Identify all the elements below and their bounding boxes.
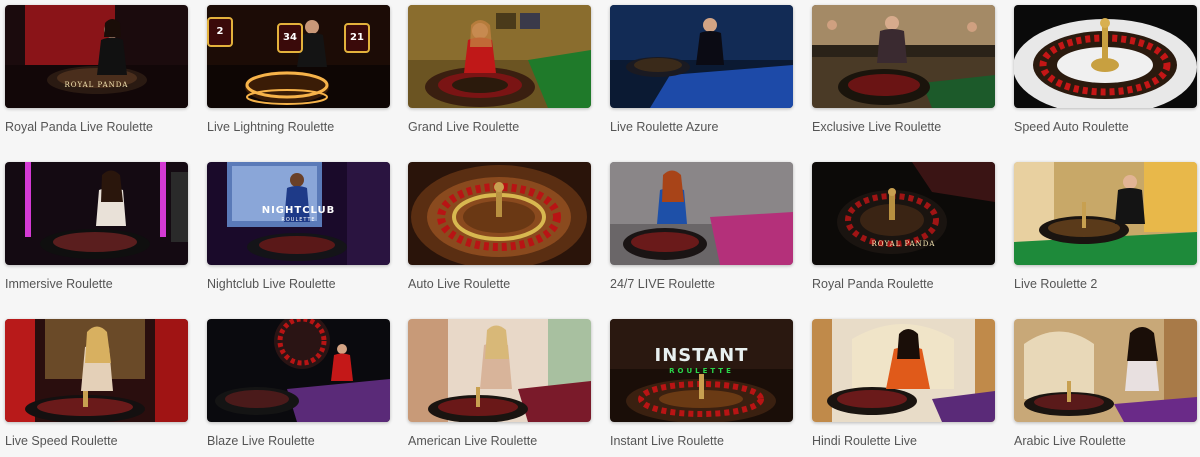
game-tile-exclusive-live-roulette[interactable]: Exclusive Live Roulette [812,5,995,135]
game-thumbnail[interactable] [408,319,591,422]
royal-panda-logo: ROYAL PANDA [64,81,129,89]
game-title: Live Lightning Roulette [207,120,335,134]
game-title: Arabic Live Roulette [1014,434,1126,448]
speed-scene [5,319,188,422]
game-thumbnail[interactable] [812,5,995,108]
game-title: Live Speed Roulette [5,434,118,448]
grand-scene [408,5,591,108]
instant-logo-sub: ROULETTE [669,367,734,375]
game-tile-blaze-live-roulette[interactable]: Blaze Live Roulette [207,319,390,449]
game-thumbnail[interactable] [5,319,188,422]
game-title: Auto Live Roulette [408,277,511,291]
game-tile-live-roulette-azure[interactable]: Live Roulette Azure [610,5,793,135]
game-tile-nightclub-live-roulette[interactable]: NIGHTCLUB ROULETTE Nightclub Live Roulet… [207,162,390,292]
game-thumbnail[interactable]: NIGHTCLUB ROULETTE [207,162,390,265]
blaze-scene [207,319,390,422]
game-thumbnail[interactable] [408,162,591,265]
game-tile-live-speed-roulette[interactable]: Live Speed Roulette [5,319,188,449]
game-tile-immersive-roulette[interactable]: Immersive Roulette [5,162,188,292]
game-tile-american-live-roulette[interactable]: American Live Roulette [408,319,591,449]
game-title: Hindi Roulette Live [812,434,917,448]
royal-panda-logo: ROYAL PANDA [871,240,936,248]
roulette2-scene [1014,162,1197,265]
game-title: Nightclub Live Roulette [207,277,336,291]
game-tile-auto-live-roulette[interactable]: Auto Live Roulette [408,162,591,292]
game-thumbnail[interactable]: ROYAL PANDA [5,5,188,108]
game-tile-24-7-live-roulette[interactable]: 24/7 LIVE Roulette [610,162,793,292]
instant-logo: INSTANT [654,345,749,366]
game-thumbnail[interactable] [408,5,591,108]
game-tile-royal-panda-roulette[interactable]: ROYAL PANDA Royal Panda Roulette [812,162,995,292]
game-title: American Live Roulette [408,434,538,448]
game-tile-hindi-roulette-live[interactable]: Hindi Roulette Live [812,319,995,449]
auto-wheel-scene [408,162,591,265]
american-scene [408,319,591,422]
nightclub-logo-sub: ROULETTE [281,217,316,223]
game-grid: ROYAL PANDA Royal Panda Live Roulette 2 … [0,0,1200,457]
game-title: Blaze Live Roulette [207,434,315,448]
nightclub-logo: NIGHTCLUB [261,205,336,216]
game-title: Instant Live Roulette [610,434,724,448]
game-thumbnail[interactable] [207,319,390,422]
speed-auto-scene [1014,5,1197,108]
game-tile-instant-live-roulette[interactable]: INSTANT ROULETTE Instant Live Roulette [610,319,793,449]
game-tile-live-roulette-2[interactable]: Live Roulette 2 [1014,162,1197,292]
game-thumbnail[interactable]: INSTANT ROULETTE [610,319,793,422]
arabic-scene [1014,319,1197,422]
game-thumbnail[interactable] [812,319,995,422]
lightning-scene [207,5,390,108]
lightning-number-badge: 2 [207,17,233,47]
game-tile-grand-live-roulette[interactable]: Grand Live Roulette [408,5,591,135]
game-thumbnail[interactable] [1014,162,1197,265]
royal-panda-wheel-scene [812,162,995,265]
game-thumbnail[interactable] [1014,319,1197,422]
game-tile-speed-auto-roulette[interactable]: Speed Auto Roulette [1014,5,1197,135]
game-title: Live Roulette Azure [610,120,719,134]
game-thumbnail[interactable]: 2 34 21 [207,5,390,108]
game-tile-arabic-live-roulette[interactable]: Arabic Live Roulette [1014,319,1197,449]
game-title: Immersive Roulette [5,277,113,291]
lightning-number-badge: 21 [344,23,370,53]
game-thumbnail[interactable]: ROYAL PANDA [812,162,995,265]
game-tile-royal-panda-live-roulette[interactable]: ROYAL PANDA Royal Panda Live Roulette [5,5,188,135]
azure-scene [610,5,793,108]
game-title: Royal Panda Live Roulette [5,120,154,134]
game-title: Grand Live Roulette [408,120,520,134]
game-title: Exclusive Live Roulette [812,120,942,134]
lightning-number-badge: 34 [277,23,303,53]
exclusive-scene [812,5,995,108]
game-thumbnail[interactable] [5,162,188,265]
twentyfour-scene [610,162,793,265]
game-title: 24/7 LIVE Roulette [610,277,715,291]
game-title: Live Roulette 2 [1014,277,1098,291]
royal-panda-dark-scene [5,5,188,108]
game-thumbnail[interactable] [610,162,793,265]
hindi-scene [812,319,995,422]
immersive-scene [5,162,188,265]
game-thumbnail[interactable] [1014,5,1197,108]
game-title: Speed Auto Roulette [1014,120,1129,134]
game-thumbnail[interactable] [610,5,793,108]
game-title: Royal Panda Roulette [812,277,934,291]
game-tile-live-lightning-roulette[interactable]: 2 34 21 Live Lightning Roulette [207,5,390,135]
